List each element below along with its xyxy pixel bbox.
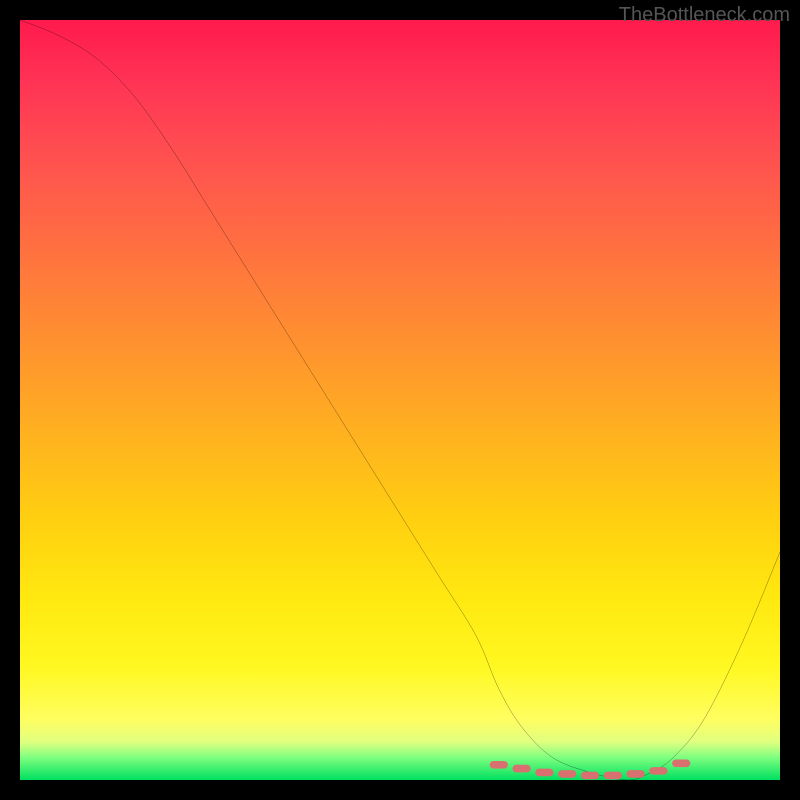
optimal-range-markers — [20, 20, 780, 780]
chart-plot-area — [20, 20, 780, 780]
watermark-text: TheBottleneck.com — [619, 4, 790, 27]
